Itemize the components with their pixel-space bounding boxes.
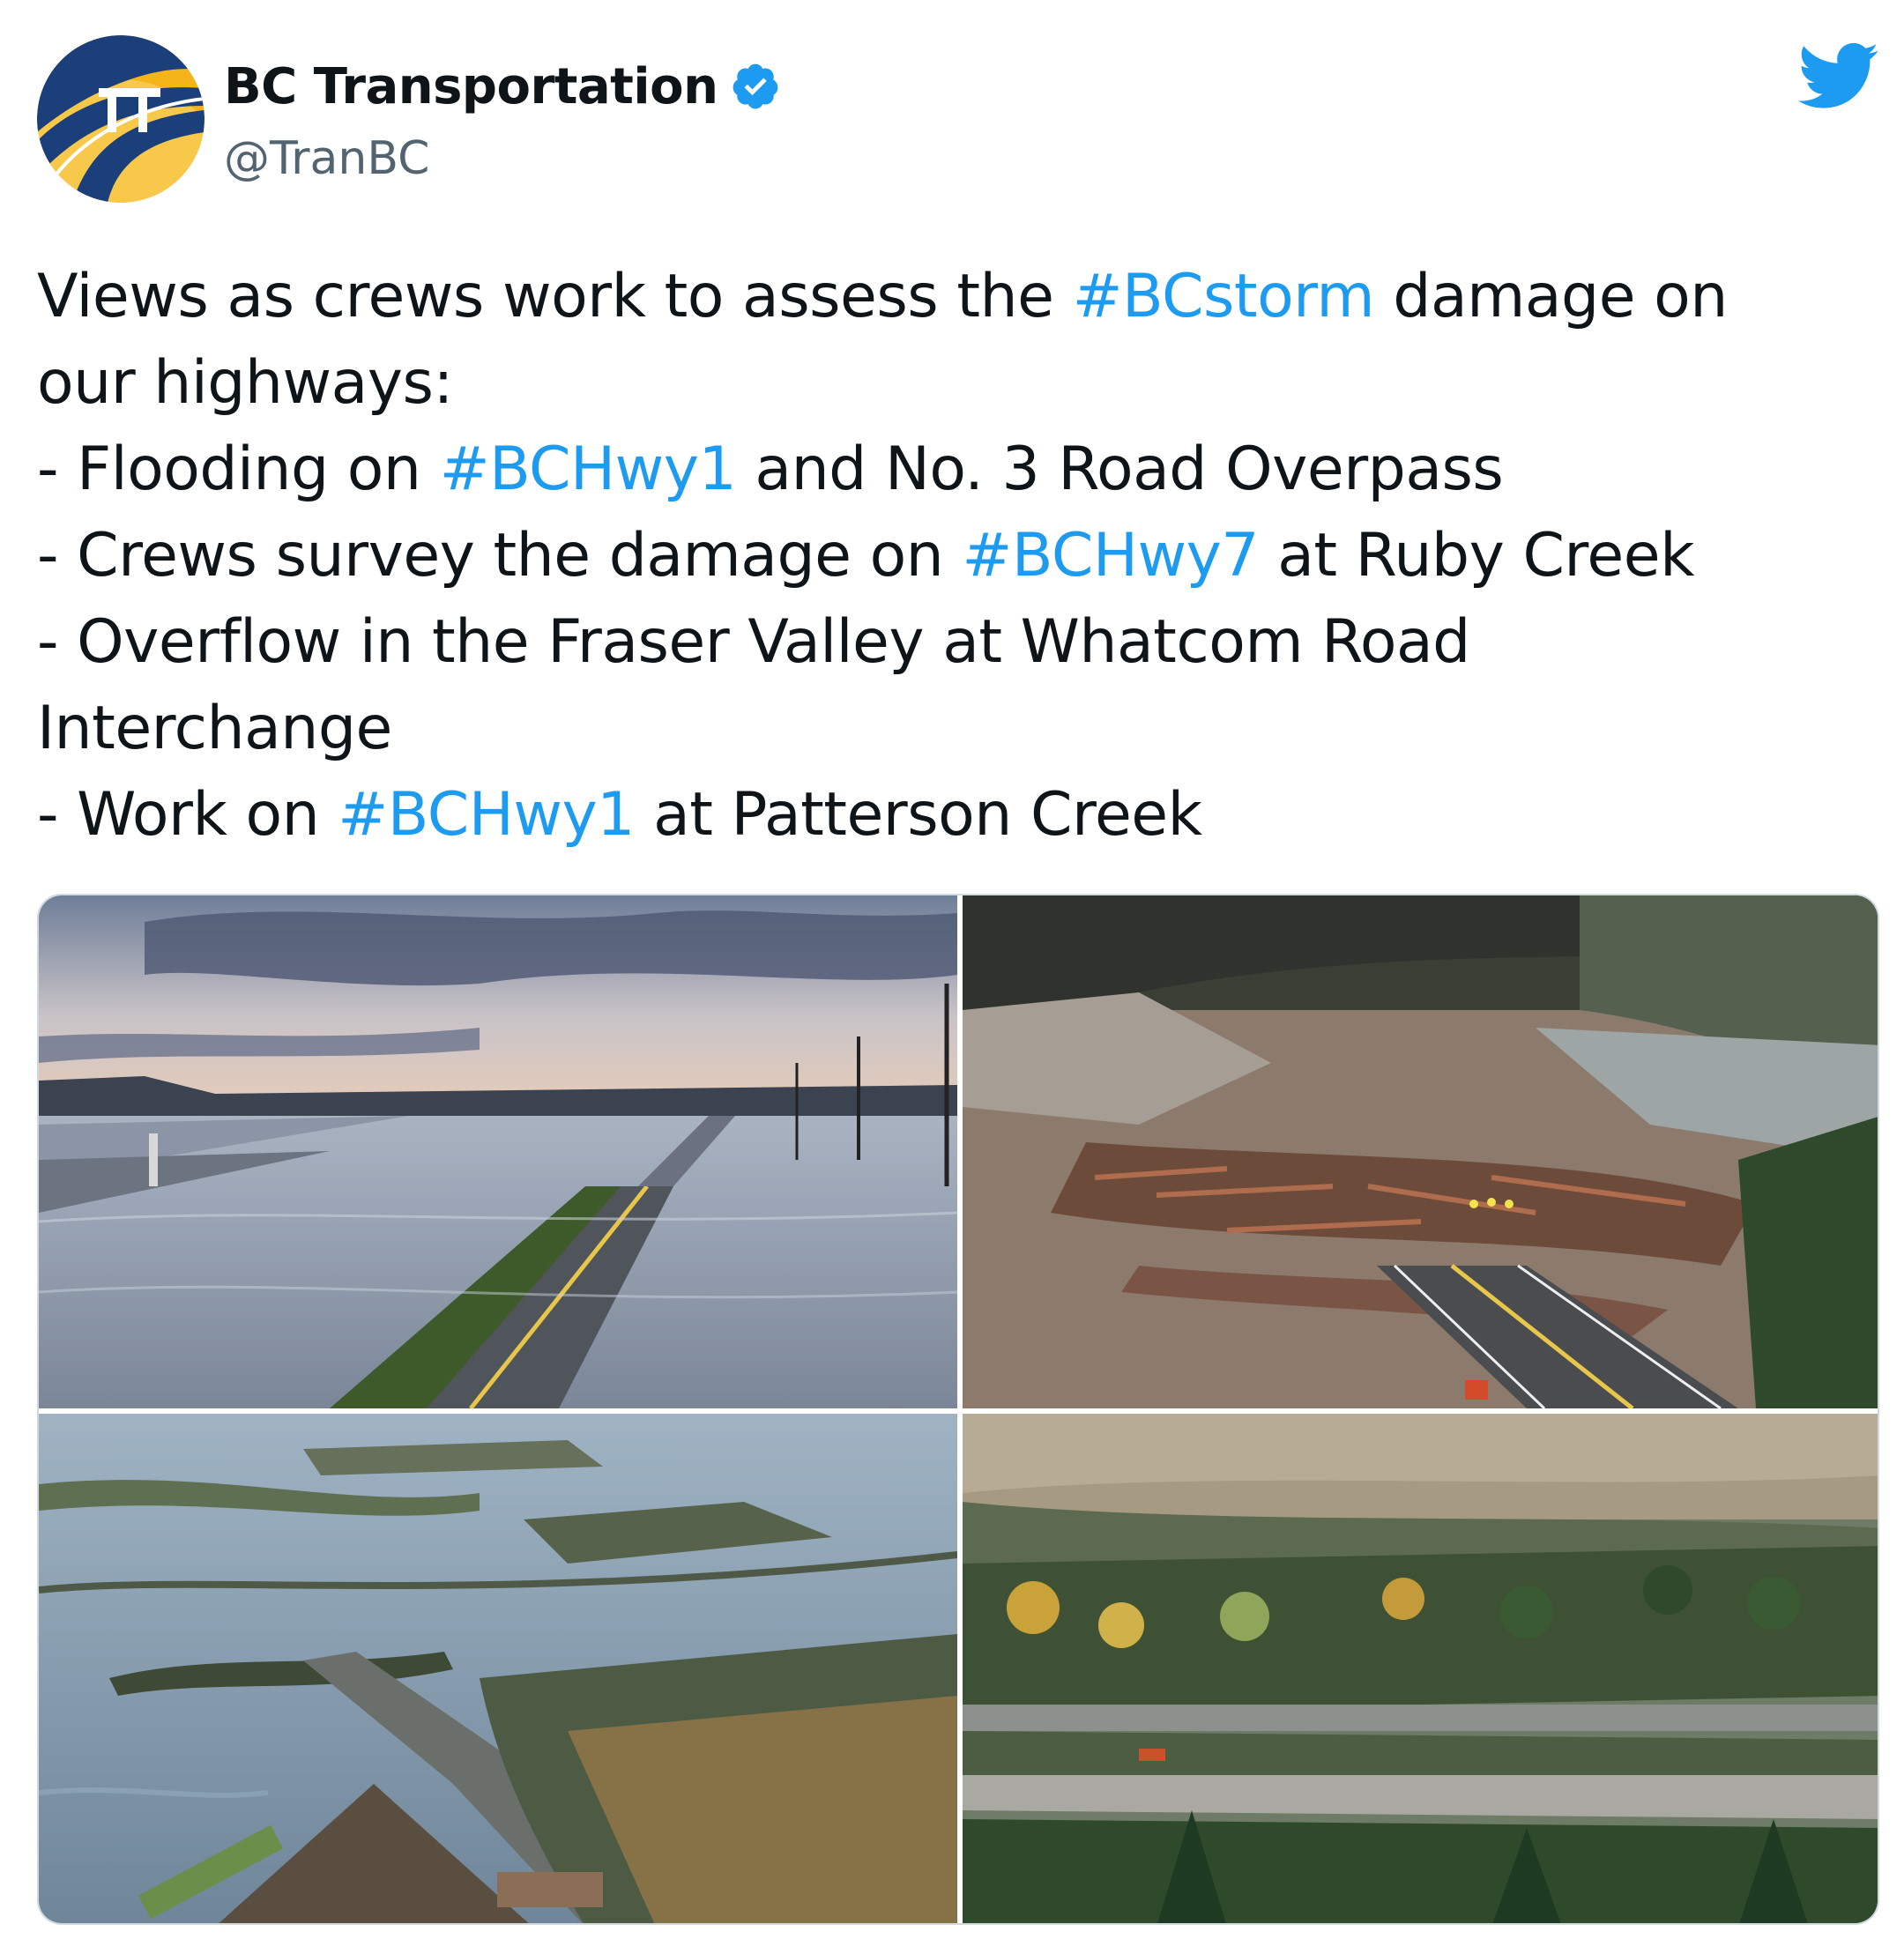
tweet-text-segment: Views as crews work to assess the	[37, 262, 1073, 331]
river-forest-highway-photo[interactable]	[963, 1414, 1878, 1923]
debris-slide-highway-photo[interactable]	[963, 895, 1878, 1408]
tweet-text-segment: our highways:	[37, 348, 453, 418]
tweet-text-line: Interchange	[37, 686, 1862, 772]
bc-highway-logo-icon	[37, 35, 205, 203]
hashtag-link[interactable]: #BCstorm	[1073, 262, 1375, 331]
display-name-link[interactable]: BC Transportation	[224, 51, 781, 122]
tweet-card: BC Transportation @TranBC Views as crews…	[0, 0, 1904, 1939]
tweet-text-segment: - Crews survey the damage on	[37, 521, 963, 591]
verified-badge-icon	[730, 61, 781, 112]
tweet-text-line: our highways:	[37, 340, 1862, 427]
avatar[interactable]	[37, 35, 205, 203]
flooded-highway-photo[interactable]	[39, 895, 957, 1408]
hashtag-link[interactable]: #BCHwy1	[338, 780, 635, 850]
display-name: BC Transportation	[224, 57, 718, 115]
tweet-text-line: - Overflow in the Fraser Valley at Whatc…	[37, 599, 1862, 686]
tweet-text-segment: damage on	[1374, 262, 1728, 331]
flooded-valley-aerial-photo[interactable]	[39, 1414, 957, 1923]
tweet-text-segment: - Work on	[37, 780, 338, 850]
tweet-text-segment: Interchange	[37, 694, 392, 763]
twitter-bird-icon[interactable]	[1797, 42, 1879, 111]
tweet-text-line: Views as crews work to assess the #BCsto…	[37, 254, 1862, 340]
tweet-text-segment: at Patterson Creek	[634, 780, 1202, 850]
media-grid	[37, 894, 1879, 1925]
tweet-text-line: - Crews survey the damage on #BCHwy7 at …	[37, 513, 1862, 599]
tweet-text-segment: - Flooding on	[37, 435, 440, 504]
tweet-text: Views as crews work to assess the #BCsto…	[37, 254, 1862, 858]
tweet-text-segment: at Ruby Creek	[1259, 521, 1694, 591]
user-handle[interactable]: @TranBC	[224, 132, 429, 185]
tweet-text-line: - Work on #BCHwy1 at Patterson Creek	[37, 772, 1862, 858]
hashtag-link[interactable]: #BCHwy7	[962, 521, 1259, 591]
hashtag-link[interactable]: #BCHwy1	[440, 435, 737, 504]
tweet-text-line: - Flooding on #BCHwy1 and No. 3 Road Ove…	[37, 427, 1862, 513]
tweet-text-segment: - Overflow in the Fraser Valley at Whatc…	[37, 607, 1470, 677]
tweet-text-segment: and No. 3 Road Overpass	[736, 435, 1504, 504]
